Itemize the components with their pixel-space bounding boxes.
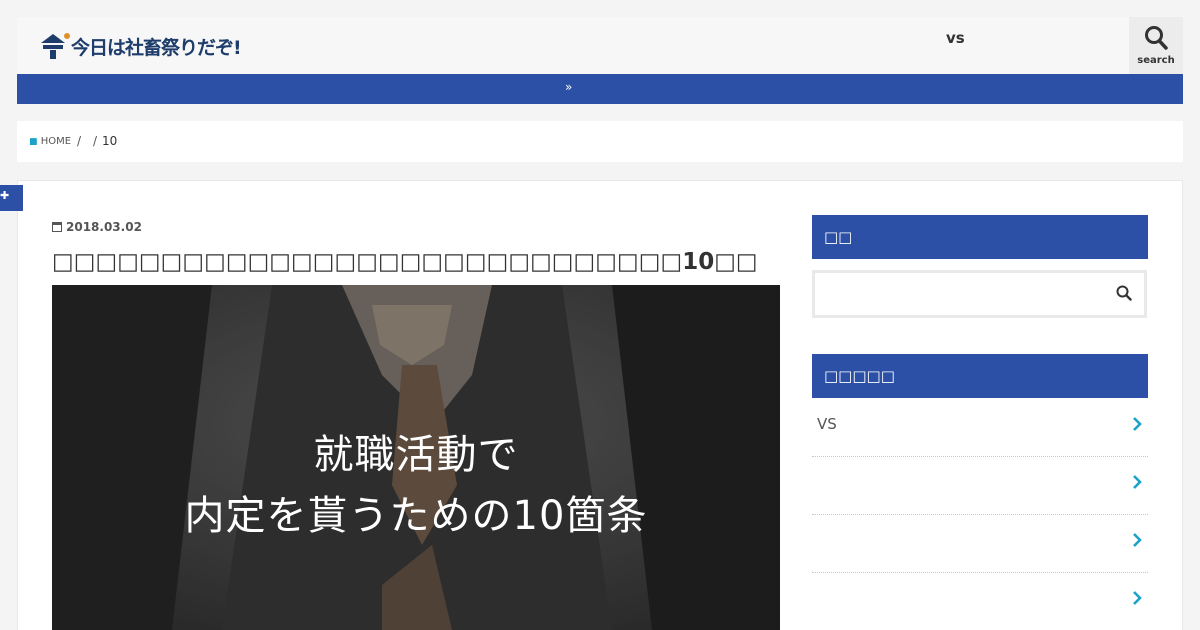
sidebar-list-item-label: VS [817,415,837,433]
home-icon: ■ [29,137,38,147]
sidebar-search-input[interactable] [812,270,1147,318]
header-search-button[interactable]: search [1129,17,1183,74]
hero-image: 就職活動で 内定を貰うための10箇条 [52,285,780,630]
breadcrumb: ■ HOME / / 10 [17,121,1183,162]
logo-text: 今日は社畜祭りだぞ! [71,37,242,59]
breadcrumb-separator: / [77,134,82,148]
breadcrumb-home[interactable]: ■ HOME [29,136,71,147]
site-logo[interactable]: 今日は社畜祭りだぞ! [37,31,242,61]
breadcrumb-separator: / [93,134,98,148]
breadcrumb-current: 10 [102,134,118,148]
chevron-right-icon [1133,417,1142,431]
sidebar-list-item[interactable] [812,515,1148,573]
calendar-icon [52,222,62,232]
pin-icon: ✚ [0,189,10,202]
chevron-right-icon [1133,475,1142,489]
sidebar-search-title: □□ [812,215,1148,259]
search-icon [1145,26,1168,50]
logo-mark-icon [41,33,70,59]
search-label: search [1137,55,1175,66]
post-title: □□□□□□□□□□□□□□□□□□□□□□□□□□□□□10□□ [52,249,758,275]
chevron-right-icon [1133,533,1142,547]
sidebar-recent-title: □□□□□ [812,354,1148,398]
search-icon[interactable] [1116,285,1132,301]
sidebar-list-item[interactable] [812,457,1148,515]
hero-text-line2: 内定を貰うための10箇条 [184,493,648,539]
site-header: 今日は社畜祭りだぞ! vs search [17,17,1183,74]
global-nav-bar: » [17,74,1183,104]
side-share-tab[interactable]: ✚ [0,185,23,211]
nav-item-vs[interactable]: vs [946,29,965,47]
sidebar-list-item[interactable]: VS [812,399,1148,457]
chevron-right-icon [1133,591,1142,605]
post-date: 2018.03.02 [52,220,142,234]
breadcrumb-home-label: HOME [40,136,72,147]
post-date-text: 2018.03.02 [66,220,142,234]
hero-text-line1: 就職活動で [313,432,519,478]
sidebar-list-item[interactable] [812,573,1148,630]
double-chevron-right-icon[interactable]: » [565,80,572,94]
